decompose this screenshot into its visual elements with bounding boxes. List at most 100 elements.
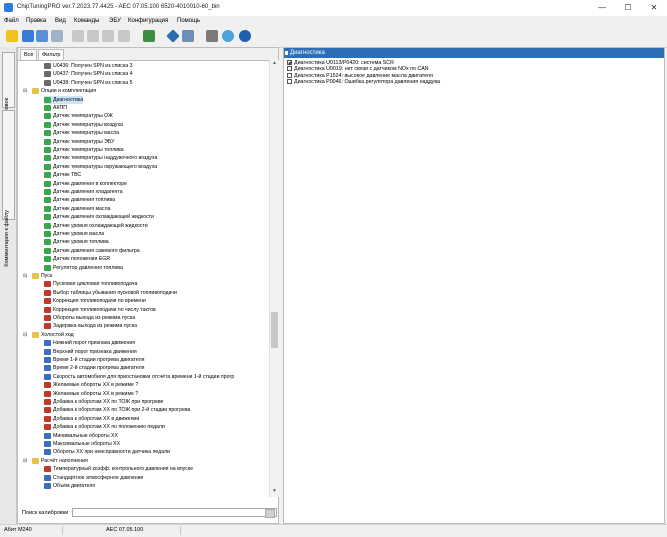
print-icon[interactable] (51, 30, 63, 42)
tree-item[interactable]: АКПП (44, 104, 67, 112)
compare-icon[interactable] (102, 30, 114, 42)
tree-item[interactable]: Датчик положения EGR (44, 255, 110, 263)
tree-item[interactable]: Датчик давления топлива (44, 196, 115, 204)
tree-item[interactable]: Нижний порог признака движения (44, 339, 135, 347)
menu-configuration[interactable]: Конфигурация (128, 18, 168, 24)
menu-ecu[interactable]: ЭБУ (109, 18, 121, 24)
menu-help[interactable]: Помощь (177, 18, 200, 24)
tree-item[interactable]: Датчик давления в коллекторе (44, 180, 127, 188)
tree-item[interactable]: Датчик давления масла (44, 205, 110, 213)
save-as-icon[interactable] (36, 30, 48, 42)
diamond-icon[interactable] (166, 29, 180, 43)
minimize-button[interactable]: — (589, 0, 615, 16)
dtc-checkbox[interactable] (287, 72, 292, 78)
tree-item[interactable]: Датчик температуры топлива (44, 146, 124, 154)
dtc-checkbox[interactable] (287, 60, 292, 66)
tree-item[interactable]: Добавка к оборотам ХХ по ТОЖ при 2-й ста… (44, 406, 190, 414)
save-icon[interactable] (22, 30, 34, 42)
tree-item[interactable]: U0436: Получен SPN из списка 3 (44, 62, 133, 70)
tree-folder[interactable]: Холостой ход (32, 331, 74, 339)
tree-item[interactable]: Задержка выхода из режима пуска (44, 322, 137, 330)
tree-item[interactable]: U0437: Получен SPN из списка 4 (44, 70, 133, 78)
search-input[interactable] (72, 508, 277, 517)
menu-commands[interactable]: Команды (74, 18, 99, 24)
tab-all[interactable]: Все (20, 49, 38, 60)
collapse-icon[interactable]: ⊟ (23, 457, 27, 465)
tree-item[interactable]: Добавка к оборотам ХХ по ТОЖ при прогрев… (44, 398, 163, 406)
tree-item[interactable]: U0438: Получен SPN из списка 5 (44, 79, 133, 87)
tree-scrollbar[interactable]: ▲ ▼ (269, 60, 279, 497)
menu-view[interactable]: Вид (55, 18, 66, 24)
tree-folder[interactable]: Опции и комплектация (32, 87, 96, 95)
tree-item[interactable]: Датчик температуры наддувочного воздуха (44, 154, 157, 162)
tree-item[interactable]: Верхний порог признака движения (44, 348, 137, 356)
tree-item[interactable]: Время 1-й стадии прогрева двигателя (44, 356, 144, 364)
tree-folder[interactable]: Пуск (32, 272, 52, 280)
tree-item[interactable]: Датчик ТВС (44, 171, 81, 179)
tree-item[interactable]: Пусковая цикловая топливоподача (44, 280, 137, 288)
copy-icon[interactable] (118, 30, 130, 42)
tab-filter[interactable]: Фильтр (38, 49, 65, 60)
collapse-icon[interactable]: ⊟ (23, 331, 27, 339)
tree-item[interactable]: Желаемые обороты ХХ в режиме ? (44, 381, 138, 389)
help-icon[interactable] (239, 30, 251, 42)
tree-item[interactable]: Обороты выхода из режима пуска (44, 314, 135, 322)
menu-file[interactable]: Файл (4, 18, 19, 24)
tree-item[interactable]: Датчик уровня охлаждающей жидкости (44, 222, 148, 230)
dtc-checkbox[interactable] (287, 78, 292, 84)
tree-item[interactable]: Датчик давления хладагента (44, 188, 123, 196)
checksum-icon[interactable] (182, 30, 194, 42)
scroll-thumb[interactable] (271, 312, 278, 348)
redo-icon[interactable] (87, 30, 99, 42)
tree-item[interactable]: Датчик температуры ОЖ (44, 112, 113, 120)
graph-icon[interactable] (143, 30, 155, 42)
tree-item[interactable]: Время 2-й стадии прогрева двигателя (44, 364, 144, 372)
tree-item[interactable]: Датчик уровня масла (44, 230, 104, 238)
collapse-icon[interactable]: ⊟ (23, 272, 27, 280)
tree-item[interactable]: Датчик температуры масла (44, 129, 119, 137)
tree-item[interactable]: Минимальные обороты ХХ (44, 432, 118, 440)
network-icon[interactable] (222, 30, 234, 42)
undo-icon[interactable] (72, 30, 84, 42)
search-button[interactable] (265, 509, 275, 518)
tree-item[interactable]: Регулятор давления топлива (44, 264, 123, 272)
tree-item[interactable]: Температурный коэфф. контрольного давлен… (44, 465, 193, 473)
pin-icon[interactable] (285, 51, 288, 55)
tree-item[interactable]: Датчик давления сажевого фильтра (44, 247, 140, 255)
scroll-up-icon[interactable]: ▲ (270, 60, 279, 66)
close-button[interactable]: ✕ (641, 0, 667, 16)
tools-icon[interactable] (206, 30, 218, 42)
tree-item[interactable]: Датчик давления охлаждающей жидкости (44, 213, 154, 221)
tree-item[interactable]: Датчик температуры воздуха (44, 121, 123, 129)
tree-item[interactable]: Максимальные обороты ХХ (44, 440, 120, 448)
tab-file-comments[interactable]: Комментарии к файлу (2, 110, 15, 267)
tree-item[interactable]: Скорость автомобиля для приостановки отс… (44, 373, 234, 381)
tree-item-label: Желаемые обороты ХХ в режиме ? (53, 382, 139, 389)
tree-folder[interactable]: Расчёт наполнения (32, 457, 88, 465)
scroll-down-icon[interactable]: ▼ (270, 488, 279, 494)
maximize-button[interactable]: ☐ (615, 0, 641, 16)
collapse-icon[interactable]: ⊟ (23, 87, 27, 95)
tree-item[interactable]: Обороты ХХ при неисправности датчика пед… (44, 448, 170, 456)
open-folder-icon[interactable] (6, 30, 18, 42)
tree-item[interactable]: Объём двигателя (44, 482, 95, 490)
tree-item[interactable]: Выбор таблицы убывания пусковой топливоп… (44, 289, 177, 297)
tree-item[interactable]: Датчик температуры ЭБУ (44, 138, 114, 146)
menu-edit[interactable]: Правка (26, 18, 46, 24)
tree-item[interactable]: Коррекция топливоподачи по числу тактов (44, 306, 156, 314)
tree-item[interactable]: Добавка к оборотам ХХ по положению педал… (44, 423, 165, 431)
tab-calibration-menu[interactable]: Меню калибровок (2, 52, 15, 144)
tree-item[interactable]: Диагностика (44, 95, 84, 104)
tree-item[interactable]: Коррекция топливоподачи по времени (44, 297, 146, 305)
tree-item[interactable]: Добавка к оборотам ХХ в движении (44, 415, 139, 423)
check-icon (44, 138, 51, 145)
tree-item[interactable]: Датчик температуры окружающего воздуха (44, 163, 157, 171)
tree-item[interactable]: Датчик уровня топлива (44, 238, 109, 246)
dtc-row[interactable]: Диагностика P0046: Ошибка регулятора дав… (287, 79, 440, 86)
curve-icon (44, 289, 51, 296)
tree-item-label: Холостой ход (41, 331, 74, 338)
tree-item[interactable]: Стандартное атмосферное давление (44, 474, 143, 482)
tree-item-label: U0438: Получен SPN из списка 5 (53, 79, 133, 86)
dtc-checkbox[interactable] (287, 66, 292, 72)
tree-item[interactable]: Желаемые обороты ХХ в режиме ? (44, 390, 138, 398)
